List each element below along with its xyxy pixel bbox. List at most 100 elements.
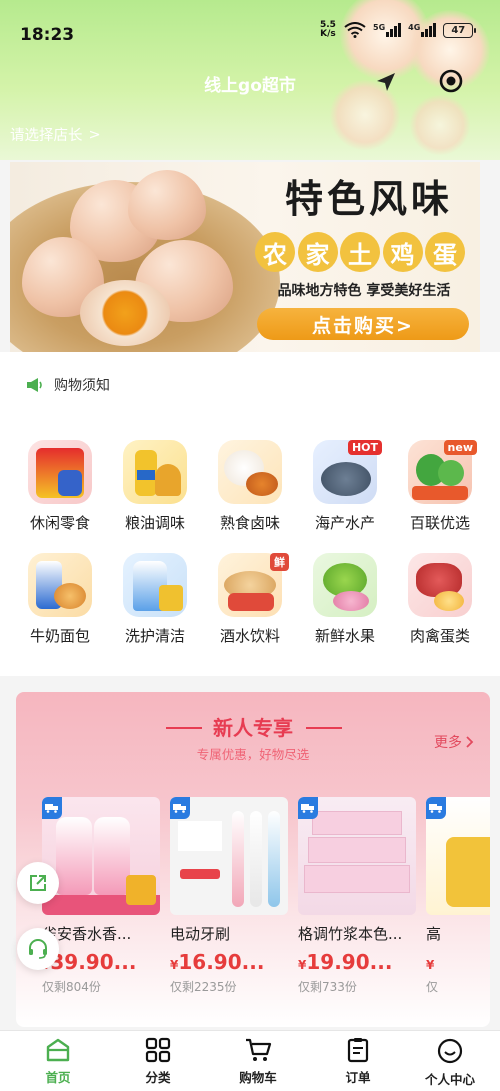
chevron-right-icon: > bbox=[88, 126, 101, 143]
tab-cart[interactable]: 购物车 bbox=[208, 1031, 308, 1091]
share-button[interactable] bbox=[17, 862, 59, 904]
category-label: 新鲜水果 bbox=[314, 627, 375, 645]
scan-target-button[interactable] bbox=[437, 67, 465, 95]
price-value: 16.90... bbox=[178, 950, 265, 974]
battery-icon: 47 bbox=[443, 22, 477, 38]
product-list: 雀安香水香... ¥39.90... 仅剩804份 电动牙刷 ¥16.90...… bbox=[32, 787, 490, 1027]
status-icons: 5G 4G 47 bbox=[344, 20, 477, 40]
banner-subtitle: 农 家 土 鸡 蛋 bbox=[255, 232, 465, 272]
headset-icon bbox=[29, 939, 47, 959]
milk-bread-icon bbox=[28, 553, 92, 617]
location-button[interactable] bbox=[372, 70, 400, 94]
target-icon bbox=[439, 69, 463, 93]
currency-symbol: ¥ bbox=[426, 958, 435, 972]
section-subtitle: 专属优惠，好物尽选 bbox=[196, 747, 310, 762]
category-label: 牛奶面包 bbox=[29, 627, 90, 645]
category-item[interactable]: 洗护清洁 bbox=[110, 553, 200, 663]
tab-home[interactable]: 首页 bbox=[8, 1031, 108, 1091]
category-label: 休闲零食 bbox=[29, 514, 90, 532]
delivery-truck-icon bbox=[426, 797, 446, 819]
category-grid: 休闲零食 粮油调味 熟食卤味 HOT 海产水产 new 百联优选 牛奶面包 洗护… bbox=[0, 418, 500, 676]
egg-image bbox=[128, 170, 206, 240]
category-item[interactable]: HOT 海产水产 bbox=[300, 440, 390, 550]
tab-label: 购物车 bbox=[239, 1070, 277, 1085]
category-item[interactable]: 休闲零食 bbox=[15, 440, 105, 550]
cooked-food-icon bbox=[218, 440, 282, 504]
product-stock: 仅剩733份 bbox=[298, 980, 357, 994]
product-name: 电动牙刷 bbox=[170, 925, 231, 943]
product-card[interactable]: 格调竹浆本色... ¥19.90... 仅剩733份 bbox=[298, 797, 416, 1022]
delivery-truck-icon bbox=[298, 797, 318, 819]
more-link[interactable]: 更多 bbox=[434, 732, 474, 752]
status-time: 18:23 bbox=[20, 25, 75, 45]
tab-label: 个人中心 bbox=[424, 1072, 475, 1087]
product-price: ¥39.90... bbox=[42, 950, 160, 974]
wifi-icon bbox=[344, 22, 366, 38]
tab-orders[interactable]: 订单 bbox=[308, 1031, 408, 1091]
category-item[interactable]: 熟食卤味 bbox=[205, 440, 295, 550]
category-item[interactable]: 新鲜水果 bbox=[300, 553, 390, 663]
order-icon bbox=[347, 1038, 369, 1063]
product-card[interactable]: 雀安香水香... ¥39.90... 仅剩804份 bbox=[42, 797, 160, 1022]
grain-oil-icon bbox=[123, 440, 187, 504]
category-grid-icon bbox=[145, 1037, 171, 1063]
product-card[interactable]: 高 ¥ 仅 bbox=[426, 797, 490, 1022]
banner-subtitle-char: 鸡 bbox=[382, 232, 423, 272]
signal-4g-label: 4G bbox=[408, 23, 421, 32]
signal-5g-icon: 5G bbox=[373, 23, 402, 37]
tab-label: 订单 bbox=[345, 1070, 371, 1085]
category-label: 熟食卤味 bbox=[219, 514, 280, 532]
category-label: 肉禽蛋类 bbox=[409, 627, 470, 645]
delivery-truck-icon bbox=[170, 797, 190, 819]
category-item[interactable]: new 百联优选 bbox=[395, 440, 485, 550]
hot-badge: HOT bbox=[347, 440, 382, 455]
new-badge: new bbox=[443, 440, 477, 455]
snacks-icon bbox=[28, 440, 92, 504]
cracked-egg-yolk-image bbox=[80, 280, 170, 346]
product-price: ¥ bbox=[426, 950, 490, 974]
delivery-truck-icon bbox=[42, 797, 62, 819]
tab-label: 分类 bbox=[145, 1070, 171, 1085]
banner-subtitle-char: 蛋 bbox=[425, 232, 465, 272]
category-item[interactable]: 牛奶面包 bbox=[15, 553, 105, 663]
product-stock: 仅剩804份 bbox=[42, 980, 101, 994]
fresh-badge: 鲜 bbox=[270, 553, 289, 571]
customer-service-button[interactable] bbox=[17, 928, 59, 970]
category-item[interactable]: 肉禽蛋类 bbox=[395, 553, 485, 663]
product-name: 格调竹浆本色... bbox=[298, 925, 403, 943]
product-card[interactable]: 电动牙刷 ¥16.90... 仅剩2235份 bbox=[170, 797, 288, 1022]
product-name: 高 bbox=[426, 925, 442, 943]
signal-4g-icon: 4G bbox=[408, 23, 437, 37]
price-value: 19.90... bbox=[306, 950, 393, 974]
more-label: 更多 bbox=[434, 735, 462, 751]
product-image bbox=[170, 797, 288, 915]
tab-label: 首页 bbox=[45, 1070, 71, 1085]
category-label: 洗护清洁 bbox=[124, 627, 185, 645]
product-stock: 仅 bbox=[426, 980, 439, 994]
banner-subtitle-char: 土 bbox=[340, 232, 380, 272]
net-speed-unit: K/s bbox=[320, 29, 336, 39]
buy-now-button[interactable]: 点击购买> bbox=[257, 308, 469, 340]
category-label: 酒水饮料 bbox=[219, 627, 280, 645]
chevron-right-icon bbox=[466, 736, 474, 748]
cart-icon bbox=[246, 1038, 272, 1061]
category-label: 粮油调味 bbox=[124, 514, 185, 532]
meat-egg-icon bbox=[408, 553, 472, 617]
category-item[interactable]: 鲜 酒水饮料 bbox=[205, 553, 295, 663]
banner-subtitle-char: 家 bbox=[297, 232, 338, 272]
product-image bbox=[42, 797, 160, 915]
notice-text: 购物须知 bbox=[54, 378, 110, 394]
shopping-notice[interactable]: 购物须知 bbox=[0, 352, 500, 418]
header: 18:23 5.5 K/s 5G 4G 47 线上go超市 请选择店长 > bbox=[0, 0, 500, 160]
page-title: 线上go超市 bbox=[204, 76, 296, 96]
store-selector[interactable]: 请选择店长 > bbox=[10, 124, 101, 145]
product-price: ¥16.90... bbox=[170, 950, 288, 974]
store-selector-label: 请选择店长 bbox=[10, 128, 83, 144]
signal-5g-label: 5G bbox=[373, 23, 386, 32]
product-name: 雀安香水香... bbox=[42, 925, 132, 943]
tab-profile[interactable]: 个人中心 bbox=[400, 1031, 500, 1091]
category-item[interactable]: 粮油调味 bbox=[110, 440, 200, 550]
tab-category[interactable]: 分类 bbox=[108, 1031, 208, 1091]
net-speed: 5.5 K/s bbox=[320, 21, 336, 39]
megaphone-icon bbox=[27, 378, 42, 392]
